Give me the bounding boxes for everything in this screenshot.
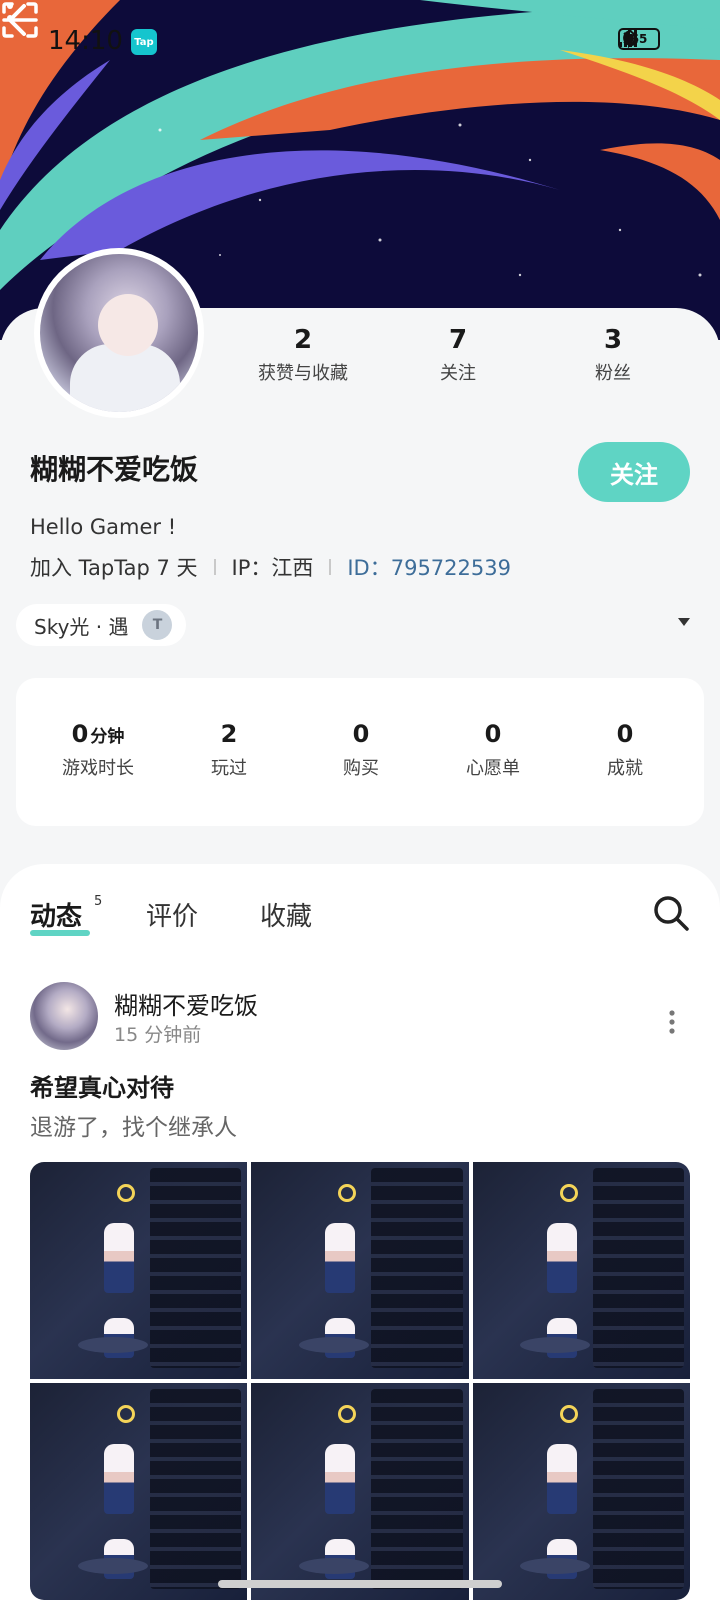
post-author-avatar[interactable]: [30, 982, 98, 1050]
post-image[interactable]: [30, 1383, 248, 1600]
profile-bio: Hello Gamer !: [30, 515, 177, 539]
feed-section: 动态 5 评价 收藏 糊糊不爱吃饭 15 分钟前 希望真心对待 退游了，找个继承…: [0, 864, 720, 1600]
tab-favorites[interactable]: 收藏: [260, 896, 312, 933]
stat-playtime[interactable]: 0 分钟 游戏时长: [38, 720, 158, 780]
post-timestamp: 15 分钟前: [114, 1024, 202, 1046]
played-value: 2: [220, 720, 238, 748]
game-badge-icon: T: [142, 610, 173, 640]
status-bar: 14:10 Tap 65: [0, 0, 720, 80]
stat-followers-value: 3: [603, 325, 623, 355]
purchased-label: 购买: [343, 758, 379, 779]
stat-likes-label: 获赞与收藏: [258, 363, 348, 384]
post-image[interactable]: [472, 1162, 690, 1379]
wishlist-value: 0: [484, 720, 502, 748]
stat-followers[interactable]: 3 粉丝: [543, 325, 683, 385]
post-image[interactable]: [472, 1383, 690, 1600]
post-image[interactable]: [30, 1162, 248, 1379]
post-author-name[interactable]: 糊糊不爱吃饭: [114, 986, 258, 1021]
signal-2-icon: [619, 30, 637, 47]
stat-followers-label: 粉丝: [595, 363, 631, 384]
post-more-icon[interactable]: [666, 1008, 678, 1036]
divider: [213, 559, 216, 575]
stat-purchased[interactable]: 0 购买: [301, 720, 421, 780]
status-icons: 65: [618, 28, 660, 50]
stat-achievements[interactable]: 0 成就: [565, 720, 685, 780]
purchased-value: 0: [352, 720, 370, 748]
tab-activity[interactable]: 动态: [30, 896, 82, 933]
playtime-label: 游戏时长: [62, 758, 134, 779]
tab-activity-count: 5: [94, 894, 103, 909]
game-chip-label: Sky光 · 遇: [34, 614, 129, 639]
join-days: 加入 TapTap 7 天: [30, 556, 198, 580]
chevron-down-icon[interactable]: [678, 618, 690, 626]
stat-likes[interactable]: 2 获赞与收藏: [233, 325, 373, 385]
user-id[interactable]: ID：795722539: [347, 552, 511, 582]
stat-following-label: 关注: [440, 363, 476, 384]
home-indicator[interactable]: [218, 1580, 502, 1588]
played-label: 玩过: [211, 758, 247, 779]
more-options-button[interactable]: [0, 0, 20, 32]
divider: [329, 559, 332, 575]
stat-following-value: 7: [448, 325, 468, 355]
post-body[interactable]: 退游了，找个继承人: [30, 1108, 237, 1142]
post-image[interactable]: [251, 1383, 469, 1600]
game-stats-card: 0 分钟 游戏时长 2 玩过 0 购买 0 心愿单 0 成就: [16, 678, 704, 826]
stat-played[interactable]: 2 玩过: [169, 720, 289, 780]
ip-location: IP：江西: [231, 556, 314, 580]
playtime-value: 0: [71, 720, 89, 748]
post-title[interactable]: 希望真心对待: [30, 1068, 174, 1103]
post-image[interactable]: [251, 1162, 469, 1379]
avatar-image: [40, 254, 198, 412]
stat-wishlist[interactable]: 0 心愿单: [433, 720, 553, 780]
achievements-value: 0: [616, 720, 634, 748]
tab-reviews[interactable]: 评价: [146, 896, 198, 933]
status-time: 14:10: [48, 26, 123, 56]
post-image-grid: [30, 1162, 690, 1600]
stat-following[interactable]: 7 关注: [388, 325, 528, 385]
profile-meta: 加入 TapTap 7 天 IP：江西 ID：795722539: [30, 552, 511, 582]
stat-likes-value: 2: [293, 325, 313, 355]
taptap-app-icon: Tap: [131, 29, 157, 55]
achievements-label: 成就: [607, 758, 643, 779]
active-tab-indicator: [30, 930, 90, 936]
playtime-unit: 分钟: [90, 727, 125, 747]
profile-avatar[interactable]: [34, 248, 204, 418]
profile-name: 糊糊不爱吃饭: [30, 453, 199, 486]
follow-button[interactable]: 关注: [578, 442, 690, 502]
wishlist-label: 心愿单: [466, 758, 520, 779]
game-chip[interactable]: Sky光 · 遇 T: [16, 604, 187, 646]
search-icon[interactable]: [652, 894, 690, 932]
